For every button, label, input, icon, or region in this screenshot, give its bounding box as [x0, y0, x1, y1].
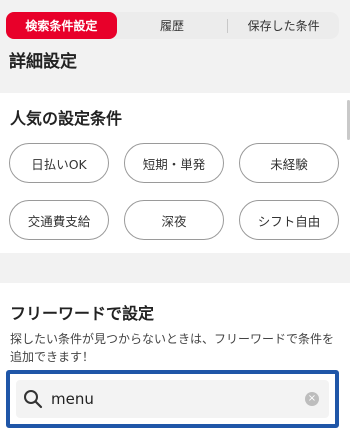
tab-saved-conditions[interactable]: 保存した条件	[228, 12, 339, 39]
popular-section-title: 人気の設定条件	[10, 109, 123, 128]
page-title: 詳細設定	[9, 52, 77, 72]
segmented-tabs: 検索条件設定 履歴 保存した条件	[6, 12, 339, 39]
search-input[interactable]: menu ×	[16, 380, 329, 418]
search-icon	[24, 390, 43, 409]
search-input-value[interactable]: menu	[51, 390, 305, 408]
tab-search-conditions[interactable]: 検索条件設定	[6, 12, 117, 39]
freeword-section-title: フリーワードで設定	[10, 304, 155, 323]
chip-flexible-shift[interactable]: シフト自由	[239, 200, 339, 240]
popular-conditions-section: 人気の設定条件 日払いOK 短期・単発 未経験 交通費支給 深夜 シフト自由	[0, 93, 350, 253]
clear-icon[interactable]: ×	[305, 392, 319, 406]
chip-late-night[interactable]: 深夜	[124, 200, 224, 240]
chip-inexperienced[interactable]: 未経験	[239, 143, 339, 183]
chip-short-term[interactable]: 短期・単発	[124, 143, 224, 183]
freeword-section: フリーワードで設定 探したい条件が見つからないときは、フリーワードで条件を追加で…	[0, 283, 350, 441]
chip-transport-fee[interactable]: 交通費支給	[9, 200, 109, 240]
freeword-description: 探したい条件が見つからないときは、フリーワードで条件を追加できます！	[10, 332, 335, 364]
tab-history[interactable]: 履歴	[117, 12, 228, 39]
search-field-focus-ring: menu ×	[6, 370, 339, 428]
chip-daily-pay[interactable]: 日払いOK	[9, 143, 109, 183]
